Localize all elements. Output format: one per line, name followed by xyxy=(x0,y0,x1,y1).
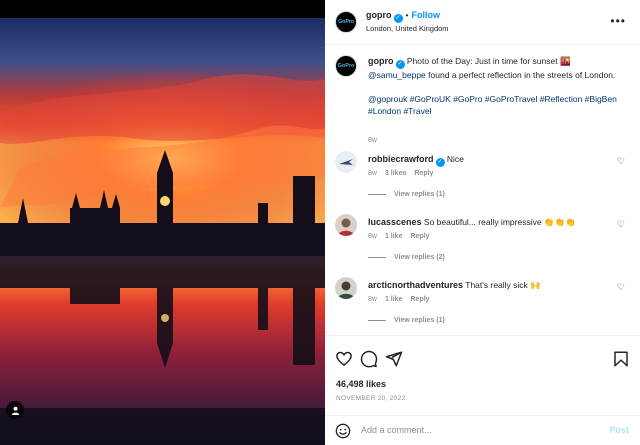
comment-body: Nice xyxy=(446,154,464,164)
separator-dot: • xyxy=(405,10,409,20)
caption-hashtags[interactable]: @goprouk #GoProUK #GoPro #GoProTravel #R… xyxy=(368,94,617,116)
gopro-logo: GoPro xyxy=(337,63,355,69)
likes-count[interactable]: 46,498 likes xyxy=(336,379,386,389)
comment-body: That's really sick 🙌 xyxy=(465,280,541,290)
caption-body-2: found a perfect reflection in the street… xyxy=(428,70,616,80)
comment-text: lucasscenes So beautiful... really impre… xyxy=(368,216,623,228)
bookmark-icon[interactable] xyxy=(612,350,630,368)
post-side-panel: GoPro gopro ✓ • Follow London, United Kingd… xyxy=(325,0,640,445)
caption-username[interactable]: gopro xyxy=(368,56,394,66)
tagged-users-button[interactable] xyxy=(6,401,24,419)
author-avatar[interactable]: GoPro xyxy=(335,11,357,33)
person-icon xyxy=(11,406,19,415)
verified-badge-icon: ✓ xyxy=(393,14,403,23)
like-comment-icon[interactable]: ♡ xyxy=(617,282,625,293)
post-modal: GoPro gopro ✓ • Follow London, United Kingd… xyxy=(0,0,640,445)
replies-line xyxy=(368,194,386,195)
commenter-avatar[interactable] xyxy=(335,214,357,236)
commenter-avatar[interactable] xyxy=(335,277,357,299)
like-comment-icon[interactable]: ♡ xyxy=(617,219,625,230)
comment-meta: 8w 3 likes Reply xyxy=(368,170,434,177)
caption-avatar[interactable]: GoPro xyxy=(335,55,357,77)
follow-button[interactable]: Follow xyxy=(411,10,440,20)
post-actions: 46,498 likes NOVEMBER 20, 2022 xyxy=(325,335,640,415)
post-photo[interactable] xyxy=(0,18,325,445)
author-username[interactable]: gopro xyxy=(366,10,392,20)
caption-body: Photo of the Day: Just in time for sunse… xyxy=(406,56,571,66)
author-info: gopro ✓ • Follow London, United Kingdom xyxy=(366,10,449,34)
sunset-reflection-image xyxy=(0,18,325,445)
comment-meta: 8w 1 like Reply xyxy=(368,233,430,240)
comment-username[interactable]: robbiecrawford xyxy=(368,154,434,164)
comment-text: robbiecrawford ✓ Nice xyxy=(368,153,623,167)
more-options-icon[interactable]: ••• xyxy=(610,15,626,27)
add-comment-bar: Add a comment... Post xyxy=(325,415,640,445)
replies-line xyxy=(368,257,386,258)
comment-likes[interactable]: 3 likes xyxy=(385,170,406,177)
post-button[interactable]: Post xyxy=(609,425,629,435)
verified-badge-icon: ✓ xyxy=(395,60,405,69)
commenter-avatar[interactable] xyxy=(335,151,357,173)
comment-likes[interactable]: 1 like xyxy=(385,233,403,240)
gopro-logo: GoPro xyxy=(338,19,354,25)
heart-icon[interactable] xyxy=(335,350,353,368)
comment-likes[interactable]: 1 like xyxy=(385,296,403,303)
caption-mention[interactable]: @samu_beppe xyxy=(368,70,426,80)
comment-input[interactable]: Add a comment... xyxy=(361,425,432,435)
person-avatar-icon xyxy=(338,281,354,299)
caption-text: gopro ✓ Photo of the Day: Just in time fo… xyxy=(368,55,623,117)
reply-button[interactable]: Reply xyxy=(414,170,433,177)
view-replies-button[interactable]: View replies (1) xyxy=(368,317,445,324)
emoji-icon[interactable] xyxy=(335,423,351,439)
comment-text: arcticnorthadventures That's really sick… xyxy=(368,279,623,291)
comment-username[interactable]: arcticnorthadventures xyxy=(368,280,463,290)
reply-button[interactable]: Reply xyxy=(410,233,429,240)
share-icon[interactable] xyxy=(385,350,403,368)
replies-line xyxy=(368,320,386,321)
view-replies-button[interactable]: View replies (1) xyxy=(368,191,445,198)
like-comment-icon[interactable]: ♡ xyxy=(617,156,625,167)
comments-list[interactable]: GoPro gopro ✓ Photo of the Day: Just in t… xyxy=(325,45,640,335)
caption-age: 8w xyxy=(368,137,377,144)
plane-avatar-icon xyxy=(339,159,353,165)
post-location[interactable]: London, United Kingdom xyxy=(366,23,449,34)
verified-badge-icon: ✓ xyxy=(435,158,445,167)
comment-icon[interactable] xyxy=(360,350,378,368)
comment-username[interactable]: lucasscenes xyxy=(368,217,422,227)
person-avatar-icon xyxy=(338,218,354,236)
comment-body: So beautiful... really impressive 👏👏👏 xyxy=(423,217,576,227)
post-date: NOVEMBER 20, 2022 xyxy=(336,395,406,402)
comment-meta: 8w 1 like Reply xyxy=(368,296,430,303)
reply-button[interactable]: Reply xyxy=(410,296,429,303)
view-replies-button[interactable]: View replies (2) xyxy=(368,254,445,261)
post-header: GoPro gopro ✓ • Follow London, United Kingd… xyxy=(325,0,640,45)
